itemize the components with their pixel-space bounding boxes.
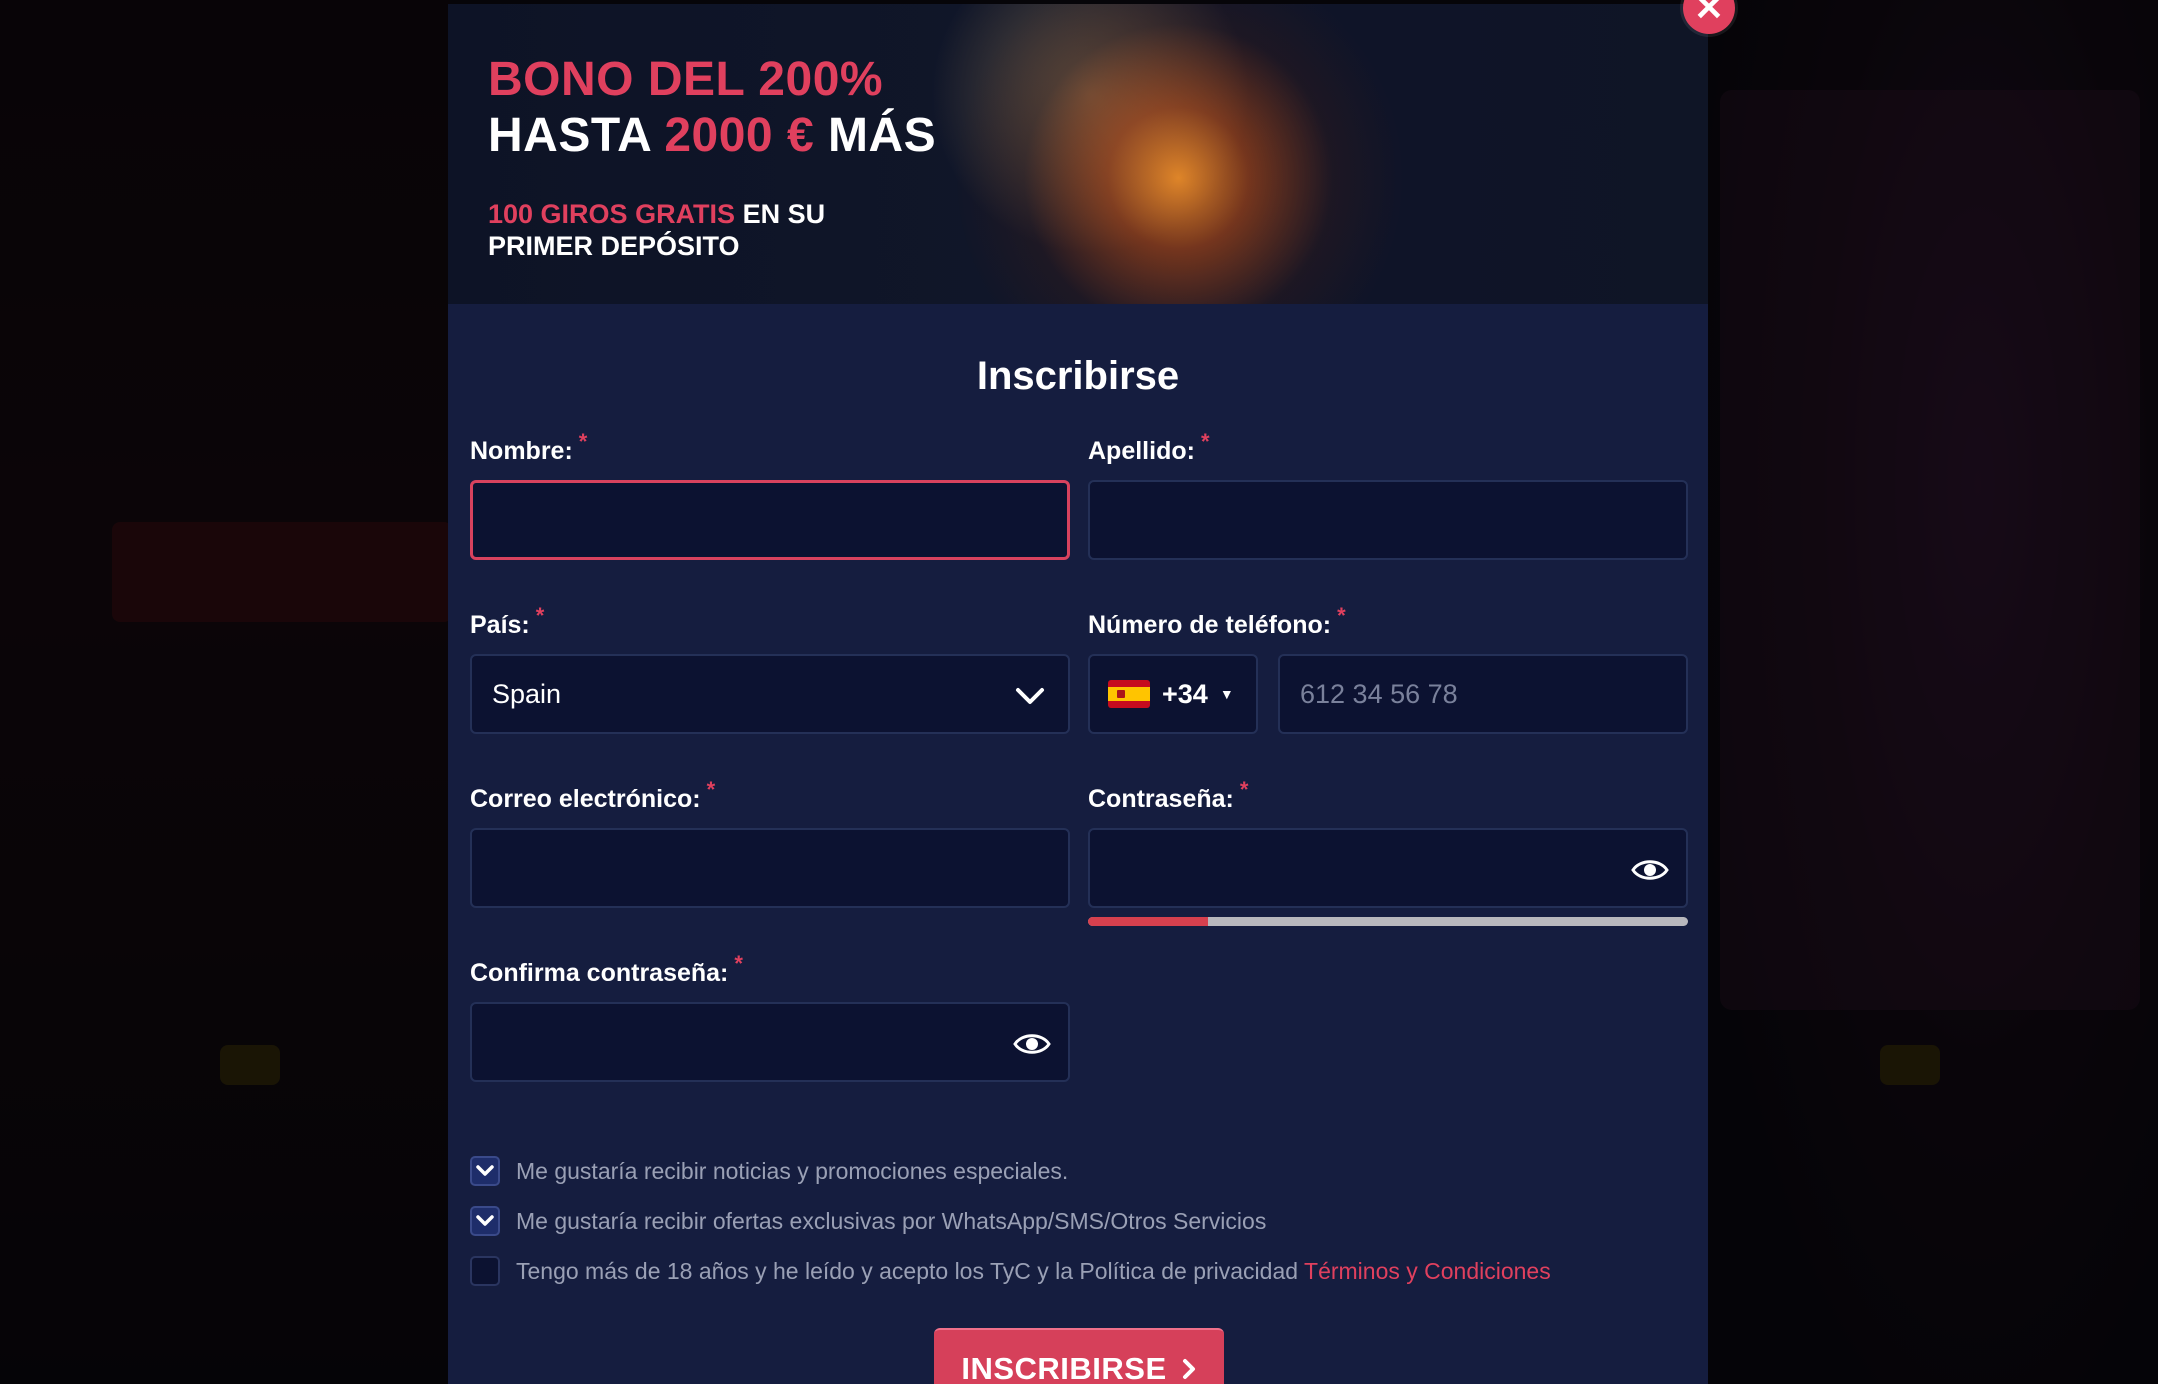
terms-consent-label: Tengo más de 18 años y he leído y acepto… — [516, 1257, 1551, 1284]
first-name-input[interactable] — [470, 480, 1070, 560]
form-title: Inscribirse — [976, 354, 1180, 398]
terms-link[interactable]: Términos y Condiciones — [1304, 1258, 1551, 1284]
eye-icon[interactable] — [1630, 852, 1670, 888]
whatsapp-consent-row: Me gustaría recibir ofertas exclusivas p… — [470, 1206, 1266, 1236]
password-label: Contraseña: * — [1088, 777, 1249, 813]
terms-checkbox[interactable] — [470, 1256, 500, 1286]
caret-down-icon: ▼ — [1219, 686, 1234, 702]
confirm-password-label: Confirma contraseña: * — [470, 951, 743, 987]
eye-icon[interactable] — [1012, 1026, 1052, 1062]
banner-bonus-amount: HASTA 2000 € MÁS — [488, 109, 937, 162]
submit-label: INSCRIBIRSE — [961, 1351, 1167, 1384]
last-name-label: Apellido: * — [1088, 429, 1210, 465]
newsletter-checkbox[interactable] — [470, 1156, 500, 1186]
phone-prefix-value: +34 — [1162, 678, 1208, 709]
check-icon — [476, 1215, 494, 1226]
banner-bonus-title: BONO DEL 200% — [488, 53, 884, 106]
password-input[interactable] — [1088, 828, 1688, 908]
whatsapp-sms-checkbox[interactable] — [470, 1206, 500, 1236]
last-name-input[interactable] — [1088, 480, 1688, 560]
password-strength-meter — [1088, 917, 1688, 926]
country-select[interactable]: Spain — [470, 654, 1070, 734]
phone-number-placeholder: 612 34 56 78 — [1300, 678, 1458, 709]
password-strength-fill — [1088, 917, 1208, 926]
phone-country-code-select[interactable]: +34 ▼ — [1088, 654, 1258, 734]
spain-flag-icon — [1108, 680, 1150, 708]
promo-banner: BONO DEL 200% HASTA 2000 € MÁS 100 GIROS… — [448, 4, 1708, 304]
country-select-value: Spain — [492, 678, 562, 709]
chevron-right-icon — [1182, 1359, 1195, 1379]
confirm-password-input[interactable] — [470, 1002, 1070, 1082]
check-icon — [476, 1165, 494, 1176]
newsletter-consent-row: Me gustaría recibir noticias y promocion… — [470, 1156, 1068, 1186]
email-input[interactable] — [470, 828, 1070, 908]
banner-free-spins: 100 GIROS GRATIS EN SU PRIMER DEPÓSITO — [488, 199, 826, 261]
close-icon: ✕ — [1693, 0, 1725, 28]
terms-consent-row: Tengo más de 18 años y he leído y acepto… — [470, 1256, 1551, 1286]
chevron-down-icon — [1016, 688, 1044, 704]
whatsapp-consent-label: Me gustaría recibir ofertas exclusivas p… — [516, 1207, 1267, 1234]
first-name-label: Nombre: * — [470, 429, 588, 465]
banner-casino-artwork — [908, 4, 1428, 304]
signup-submit-button[interactable]: INSCRIBIRSE — [934, 1328, 1224, 1384]
signup-modal: BONO DEL 200% HASTA 2000 € MÁS 100 GIROS… — [448, 4, 1708, 1384]
email-label: Correo electrónico: * — [470, 777, 716, 813]
newsletter-consent-label: Me gustaría recibir noticias y promocion… — [516, 1157, 1069, 1184]
country-label: País: * — [470, 603, 545, 639]
phone-label: Número de teléfono: * — [1088, 603, 1346, 639]
phone-number-input[interactable]: 612 34 56 78 — [1278, 654, 1688, 734]
